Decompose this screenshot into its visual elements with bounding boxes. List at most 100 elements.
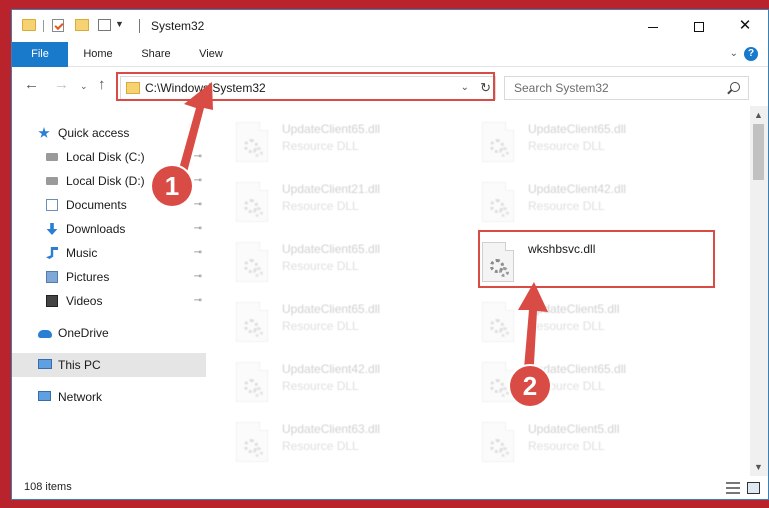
gear-icon <box>253 207 263 217</box>
maximize-button[interactable] <box>676 10 722 42</box>
sidebar-item-videos[interactable]: Videos ⊸ <box>12 289 206 313</box>
dll-file-icon <box>482 122 514 162</box>
pin-icon[interactable]: ⊸ <box>194 241 202 265</box>
sidebar-item-local-disk-c[interactable]: Local Disk (C:) ⊸ <box>12 145 206 169</box>
file-type: Resource DLL <box>282 379 359 393</box>
file-item[interactable]: UpdateClient65.dll Resource DLL <box>206 234 436 286</box>
status-bar: 108 items <box>12 476 768 499</box>
dll-file-icon <box>482 302 514 342</box>
file-type: Resource DLL <box>528 319 605 333</box>
sidebar-item-this-pc[interactable]: This PC <box>12 353 206 377</box>
videos-icon <box>46 295 58 307</box>
documents-icon <box>46 199 58 211</box>
gear-icon <box>499 387 509 397</box>
file-item[interactable]: UpdateClient65.dll Resource DLL <box>206 294 436 346</box>
dll-file-icon <box>482 182 514 222</box>
sidebar-item-pictures[interactable]: Pictures ⊸ <box>12 265 206 289</box>
tab-share[interactable]: Share <box>130 42 182 67</box>
back-button[interactable]: ← <box>24 76 39 93</box>
minimize-button[interactable] <box>630 10 676 42</box>
dll-file-icon <box>236 302 268 342</box>
pin-icon[interactable]: ⊸ <box>194 217 202 241</box>
pin-icon[interactable]: ⊸ <box>194 145 202 169</box>
step-1-badge: 1 <box>152 166 192 206</box>
properties-icon[interactable] <box>52 19 64 32</box>
up-button[interactable]: ↑ <box>98 76 106 93</box>
expand-ribbon-icon[interactable]: ⌄ <box>730 48 738 59</box>
file-item[interactable]: UpdateClient42.dll Resource DLL <box>206 354 436 406</box>
title-bar: ▼ System32 ✕ <box>12 10 768 42</box>
file-name: UpdateClient65.dll <box>282 122 381 136</box>
file-item[interactable]: UpdateClient65.dll Resource DLL <box>452 354 682 406</box>
file-name: UpdateClient63.dll <box>282 422 381 436</box>
large-icons-view-icon[interactable] <box>747 482 760 494</box>
search-input[interactable]: Search System32 <box>504 76 749 100</box>
dll-file-icon <box>236 242 268 282</box>
cloud-icon <box>38 330 52 338</box>
sidebar-item-label: Downloads <box>66 222 126 236</box>
forward-button[interactable]: → <box>54 76 69 93</box>
customize-icon[interactable] <box>98 19 111 31</box>
address-highlight <box>116 72 495 101</box>
details-view-icon[interactable] <box>726 482 740 494</box>
pin-icon[interactable]: ⊸ <box>194 193 202 217</box>
gear-icon <box>253 387 263 397</box>
tab-view[interactable]: View <box>188 42 234 67</box>
folder-icon <box>22 19 36 31</box>
window-title: System32 <box>151 19 205 33</box>
gear-icon <box>499 327 509 337</box>
close-button[interactable]: ✕ <box>722 10 768 42</box>
file-item[interactable]: UpdateClient65.dll Resource DLL <box>452 114 682 166</box>
help-icon[interactable]: ? <box>744 47 758 61</box>
file-item[interactable]: UpdateClient42.dll Resource DLL <box>452 174 682 226</box>
sidebar-item-label: Pictures <box>66 270 110 284</box>
file-item[interactable]: UpdateClient21.dll Resource DLL <box>206 174 436 226</box>
scroll-thumb[interactable] <box>753 124 764 180</box>
step-2-badge: 2 <box>510 366 550 406</box>
file-list: UpdateClient65.dll Resource DLL UpdateClie… <box>206 106 741 476</box>
divider <box>139 19 140 33</box>
file-type: Resource DLL <box>282 139 359 153</box>
file-name: UpdateClient42.dll <box>528 182 627 196</box>
tab-file[interactable]: File <box>12 42 68 67</box>
music-icon <box>46 247 58 259</box>
file-item[interactable]: UpdateClient65.dll Resource DLL <box>206 114 436 166</box>
vertical-scrollbar[interactable]: ▲ ▼ <box>750 106 768 476</box>
pin-icon[interactable]: ⊸ <box>194 265 202 289</box>
pin-icon[interactable]: ⊸ <box>194 169 202 193</box>
dll-file-icon <box>236 362 268 402</box>
dll-file-icon <box>236 182 268 222</box>
search-placeholder: Search System32 <box>514 81 609 95</box>
recent-locations-icon[interactable]: ⌄ <box>80 81 88 92</box>
drive-icon <box>46 153 58 161</box>
sidebar-item-downloads[interactable]: Downloads ⊸ <box>12 217 206 241</box>
gear-icon <box>253 267 263 277</box>
dll-file-icon <box>236 122 268 162</box>
file-name: UpdateClient65.dll <box>528 122 627 136</box>
file-item[interactable]: UpdateClient5.dll Resource DLL <box>452 294 682 346</box>
scroll-up-icon[interactable]: ▲ <box>754 110 763 120</box>
file-item[interactable]: UpdateClient5.dll Resource DLL <box>452 414 682 466</box>
sidebar-item-label: Music <box>66 246 98 260</box>
file-item[interactable]: UpdateClient63.dll Resource DLL <box>206 414 436 466</box>
file-name: UpdateClient42.dll <box>282 362 381 376</box>
tab-home[interactable]: Home <box>72 42 124 67</box>
gear-icon <box>499 147 509 157</box>
search-icon[interactable] <box>730 82 740 92</box>
gear-icon <box>253 147 263 157</box>
new-folder-icon[interactable] <box>75 19 89 31</box>
quick-access-dropdown-icon[interactable]: ▼ <box>115 19 124 29</box>
download-icon <box>46 223 58 235</box>
file-type: Resource DLL <box>528 439 605 453</box>
file-type: Resource DLL <box>528 139 605 153</box>
network-icon <box>38 391 51 401</box>
sidebar-item-label: Network <box>58 390 103 404</box>
dll-file-icon <box>236 422 268 462</box>
pin-icon[interactable]: ⊸ <box>194 289 202 313</box>
sidebar-item-quick-access[interactable]: Quick access <box>12 121 206 145</box>
sidebar-item-label: Quick access <box>58 126 130 140</box>
sidebar-item-network[interactable]: Network <box>12 385 206 409</box>
scroll-down-icon[interactable]: ▼ <box>754 462 763 472</box>
sidebar-item-music[interactable]: Music ⊸ <box>12 241 206 265</box>
sidebar-item-onedrive[interactable]: OneDrive <box>12 321 206 345</box>
